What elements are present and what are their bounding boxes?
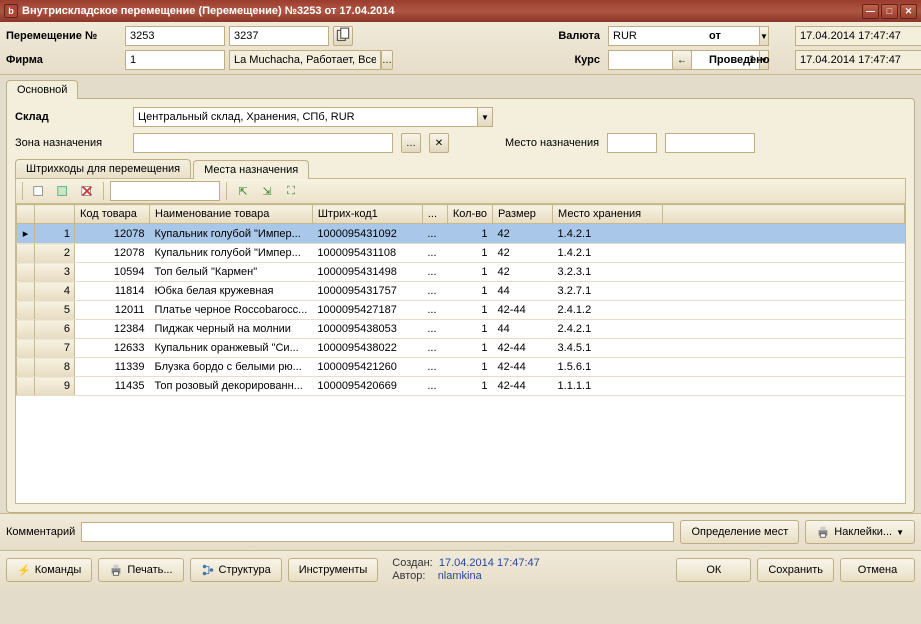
table-row[interactable]: 512011Платье черное Roccobarocc...100009… (17, 301, 905, 320)
rate-label: Курс (544, 54, 604, 66)
detect-places-button[interactable]: Определение мест (680, 520, 799, 544)
firm-label: Фирма (6, 54, 121, 66)
place-label: Место назначения (505, 137, 599, 149)
close-button[interactable]: ✕ (900, 4, 917, 19)
main-tabs: Основной Склад ▼ Зона назначения … ✕ Мес… (0, 75, 921, 513)
footer-action-bar: ⚡ Команды Печать... Структура Инструмент… (0, 550, 921, 589)
minimize-button[interactable]: — (862, 4, 879, 19)
new-row-icon[interactable] (29, 181, 49, 201)
currency-select[interactable]: ▼ (608, 26, 668, 46)
zone-label: Зона назначения (15, 137, 125, 149)
toolbar-search-input[interactable] (110, 181, 220, 201)
print-button[interactable]: Печать... (98, 558, 183, 582)
app-icon: b (4, 4, 18, 18)
expand-icon[interactable]: ⇱ (233, 181, 253, 201)
firm-name-input[interactable] (229, 50, 381, 70)
structure-button[interactable]: Структура (190, 558, 282, 582)
column-header[interactable] (35, 205, 75, 224)
table-row[interactable]: 212078Купальник голубой "Импер...1000095… (17, 244, 905, 263)
place-input-2[interactable] (665, 133, 755, 153)
table-row[interactable]: 811339Блузка бордо с белыми рю...1000095… (17, 358, 905, 377)
comment-input[interactable] (81, 522, 674, 542)
table-row[interactable]: 712633Купальник оранжевый "Си...10000954… (17, 339, 905, 358)
window-title: Внутрискладское перемещение (Перемещение… (22, 5, 394, 17)
table-row[interactable]: 411814Юбка белая кружевная1000095431757.… (17, 282, 905, 301)
column-header[interactable]: ... (422, 205, 447, 224)
meta-info: Создан: 17.04.2014 17:47:47 Автор: nlamk… (392, 557, 539, 583)
tab-barcodes[interactable]: Штрихкоды для перемещения (15, 159, 191, 178)
delete-row-icon[interactable] (77, 181, 97, 201)
grid-toolbar: ⇱ ⇲ ⛶ (15, 178, 906, 204)
maximize-button[interactable]: □ (881, 4, 898, 19)
commands-button[interactable]: ⚡ Команды (6, 558, 92, 582)
print-icon (816, 525, 830, 539)
chevron-down-icon[interactable]: ▼ (477, 107, 493, 127)
status-label: Проведено (701, 54, 791, 66)
ellipsis-icon[interactable]: … (381, 50, 393, 70)
warehouse-select[interactable]: ▼ (133, 107, 493, 127)
column-header[interactable]: Наименование товара (150, 205, 313, 224)
ellipsis-icon[interactable]: … (401, 133, 421, 153)
title-bar: b Внутрискладское перемещение (Перемещен… (0, 0, 921, 22)
header: Перемещение № Валюта ▼ от ▼ Фирма … Курс… (0, 22, 921, 75)
move-number-1-input[interactable] (125, 26, 225, 46)
move-number-2-input[interactable] (229, 26, 329, 46)
tab-places[interactable]: Места назначения (193, 160, 309, 179)
rate-input[interactable]: ▼ (608, 50, 668, 70)
clear-icon[interactable]: ✕ (429, 133, 449, 153)
ok-button[interactable]: ОК (676, 558, 751, 582)
data-grid[interactable]: Код товараНаименование товараШтрих-код1.… (15, 204, 906, 504)
column-header[interactable]: Штрих-код1 (312, 205, 422, 224)
column-header[interactable]: Кол-во (447, 205, 492, 224)
collapse-icon[interactable]: ⇲ (257, 181, 277, 201)
tree-icon (201, 563, 215, 577)
column-header[interactable]: Код товара (75, 205, 150, 224)
stickers-button[interactable]: Наклейки... ▼ (805, 520, 915, 544)
tab-main[interactable]: Основной (6, 80, 78, 99)
copy-icon[interactable] (333, 26, 353, 46)
print-icon (109, 563, 123, 577)
firm-code-input[interactable] (125, 50, 225, 70)
place-input-1[interactable] (607, 133, 657, 153)
table-row[interactable]: ▸112078Купальник голубой "Импер...100009… (17, 224, 905, 244)
move-number-label: Перемещение № (6, 30, 121, 42)
column-header[interactable]: Место хранения (553, 205, 663, 224)
status-date-input[interactable]: ▼ (795, 50, 915, 70)
warehouse-label: Склад (15, 111, 125, 123)
column-header[interactable] (663, 205, 905, 224)
table-row[interactable]: 911435Топ розовый декорированн...1000095… (17, 377, 905, 396)
column-header[interactable]: Размер (493, 205, 553, 224)
edit-row-icon[interactable] (53, 181, 73, 201)
main-tab-body: Склад ▼ Зона назначения … ✕ Место назнач… (6, 98, 915, 513)
currency-label: Валюта (544, 30, 604, 42)
table-row[interactable]: 310594Топ белый "Кармен"1000095431498...… (17, 263, 905, 282)
from-date-input[interactable]: ▼ (795, 26, 915, 46)
table-row[interactable]: 612384Пиджак черный на молнии10000954380… (17, 320, 905, 339)
cancel-button[interactable]: Отмена (840, 558, 915, 582)
bolt-icon: ⚡ (17, 564, 31, 577)
footer-comment-bar: Комментарий Определение мест Наклейки...… (0, 513, 921, 550)
from-label: от (701, 30, 791, 42)
column-header[interactable] (17, 205, 35, 224)
expand-all-icon[interactable]: ⛶ (281, 181, 301, 201)
arrow-left-icon[interactable]: ← (672, 50, 692, 70)
zone-input[interactable] (133, 133, 393, 153)
save-button[interactable]: Сохранить (757, 558, 834, 582)
comment-label: Комментарий (6, 526, 75, 538)
tools-button[interactable]: Инструменты (288, 558, 379, 582)
